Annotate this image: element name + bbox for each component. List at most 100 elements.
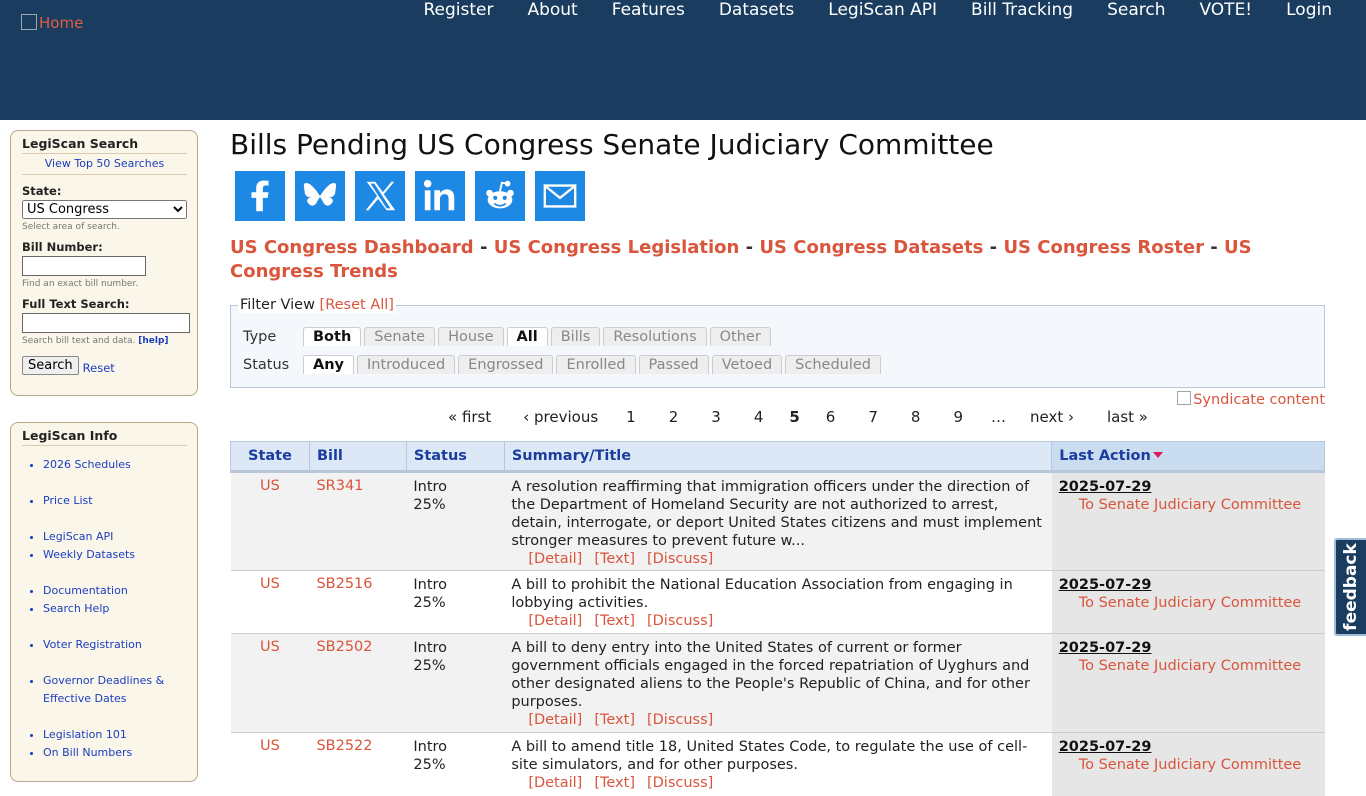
pager-page[interactable]: 9 xyxy=(953,408,963,426)
row-action-date[interactable]: 2025-07-29 xyxy=(1059,478,1325,496)
filter-type-senate[interactable]: Senate xyxy=(364,327,436,346)
state-hint: Select area of search. xyxy=(22,222,120,232)
feedback-tab[interactable]: feedback xyxy=(1334,538,1366,636)
filter-status-scheduled[interactable]: Scheduled xyxy=(785,355,882,374)
row-state[interactable]: US xyxy=(230,633,310,733)
info-link-bill-numbers[interactable]: On Bill Numbers xyxy=(43,746,132,759)
pager-page[interactable]: 4 xyxy=(754,408,764,426)
row-state[interactable]: US xyxy=(230,570,310,634)
reddit-icon[interactable] xyxy=(475,171,525,221)
discuss-link[interactable]: [Discuss] xyxy=(647,775,713,791)
detail-link[interactable]: [Detail] xyxy=(528,775,582,791)
row-action-date[interactable]: 2025-07-29 xyxy=(1059,639,1325,657)
pager-page[interactable]: 1 xyxy=(626,408,636,426)
nav-legiscan-api[interactable]: LegiScan API xyxy=(811,1,954,19)
text-link[interactable]: [Text] xyxy=(594,551,635,567)
text-link[interactable]: [Text] xyxy=(594,613,635,629)
bill-number-input[interactable] xyxy=(22,256,146,276)
col-last-action[interactable]: Last Action xyxy=(1051,441,1325,473)
row-action-date[interactable]: 2025-07-29 xyxy=(1059,576,1325,594)
filter-status-engrossed[interactable]: Engrossed xyxy=(458,355,554,374)
x-icon[interactable] xyxy=(355,171,405,221)
nav-register[interactable]: Register xyxy=(406,1,510,19)
nav-features[interactable]: Features xyxy=(595,1,702,19)
detail-link[interactable]: [Detail] xyxy=(528,551,582,567)
info-link-api[interactable]: LegiScan API xyxy=(43,530,113,543)
nav-datasets[interactable]: Datasets xyxy=(702,1,811,19)
row-bill[interactable]: SR341 xyxy=(309,471,407,571)
top-searches-link[interactable]: View Top 50 Searches xyxy=(22,157,187,175)
crumb-separator: - xyxy=(479,237,488,258)
pager-page[interactable]: 2 xyxy=(669,408,679,426)
link-datasets[interactable]: US Congress Datasets xyxy=(759,237,983,258)
detail-link[interactable]: [Detail] xyxy=(528,613,582,629)
nav-bill-tracking[interactable]: Bill Tracking xyxy=(954,1,1090,19)
filter-status-passed[interactable]: Passed xyxy=(638,355,709,374)
filter-type-both[interactable]: Both xyxy=(303,327,362,346)
home-logo-link[interactable]: Home xyxy=(21,14,83,32)
discuss-link[interactable]: [Discuss] xyxy=(647,712,713,728)
info-link-schedules[interactable]: 2026 Schedules xyxy=(43,458,131,471)
state-select[interactable]: US Congress xyxy=(22,200,187,219)
filter-status-any[interactable]: Any xyxy=(303,355,354,374)
email-icon[interactable] xyxy=(535,171,585,221)
info-link-legislation-101[interactable]: Legislation 101 xyxy=(43,728,127,741)
pager-first[interactable]: « first xyxy=(448,408,491,426)
discuss-link[interactable]: [Discuss] xyxy=(647,551,713,567)
col-bill[interactable]: Bill xyxy=(308,441,407,473)
info-link-search-help[interactable]: Search Help xyxy=(43,602,109,615)
col-status[interactable]: Status xyxy=(405,441,505,473)
filter-status-enrolled[interactable]: Enrolled xyxy=(556,355,636,374)
info-link-documentation[interactable]: Documentation xyxy=(43,584,128,597)
nav-login[interactable]: Login xyxy=(1269,1,1332,19)
syndicate-link[interactable]: Syndicate content xyxy=(1177,391,1325,408)
filter-status-introduced[interactable]: Introduced xyxy=(357,355,456,374)
facebook-icon[interactable] xyxy=(235,171,285,221)
pager-page[interactable]: 7 xyxy=(868,408,878,426)
row-bill[interactable]: SB2522 xyxy=(309,732,407,796)
nav-vote[interactable]: VOTE! xyxy=(1182,1,1269,19)
pager-last[interactable]: last » xyxy=(1107,408,1148,426)
fulltext-input[interactable] xyxy=(22,313,190,333)
info-link-voter-registration[interactable]: Voter Registration xyxy=(43,638,142,651)
pager-page[interactable]: 6 xyxy=(826,408,836,426)
filter-type-all[interactable]: All xyxy=(506,327,548,346)
filter-type-row: Type Both Senate House All Bills Resolut… xyxy=(243,327,774,346)
bluesky-icon[interactable] xyxy=(295,171,345,221)
info-link-governor-deadlines[interactable]: Governor Deadlines & Effective Dates xyxy=(43,674,164,705)
filter-type-bills[interactable]: Bills xyxy=(550,327,601,346)
row-state[interactable]: US xyxy=(230,471,310,571)
col-summary[interactable]: Summary/Title xyxy=(503,441,1053,473)
col-state[interactable]: State xyxy=(230,441,310,473)
pager-ellipsis: … xyxy=(990,408,1006,426)
info-link-datasets[interactable]: Weekly Datasets xyxy=(43,548,135,561)
nav-search[interactable]: Search xyxy=(1090,1,1182,19)
nav-about[interactable]: About xyxy=(510,1,594,19)
help-link[interactable]: [help] xyxy=(138,336,168,346)
discuss-link[interactable]: [Discuss] xyxy=(647,613,713,629)
detail-link[interactable]: [Detail] xyxy=(528,712,582,728)
text-link[interactable]: [Text] xyxy=(594,712,635,728)
link-roster[interactable]: US Congress Roster xyxy=(1003,237,1204,258)
row-bill[interactable]: SB2516 xyxy=(309,570,407,634)
link-legislation[interactable]: US Congress Legislation xyxy=(494,237,740,258)
row-state[interactable]: US xyxy=(230,732,310,796)
filter-reset-all[interactable]: [Reset All] xyxy=(320,297,394,313)
filter-type-house[interactable]: House xyxy=(438,327,504,346)
search-button[interactable]: Search xyxy=(22,356,79,375)
filter-type-other[interactable]: Other xyxy=(709,327,771,346)
row-bill[interactable]: SB2502 xyxy=(309,633,407,733)
pager-page[interactable]: 8 xyxy=(911,408,921,426)
pager-next[interactable]: next › xyxy=(1030,408,1074,426)
info-link-price-list[interactable]: Price List xyxy=(43,494,93,507)
fulltext-hint: Search bill text and data. xyxy=(22,336,136,346)
pager-previous[interactable]: ‹ previous xyxy=(523,408,598,426)
reset-link[interactable]: Reset xyxy=(83,361,115,375)
pager-page[interactable]: 3 xyxy=(711,408,721,426)
linkedin-icon[interactable] xyxy=(415,171,465,221)
text-link[interactable]: [Text] xyxy=(594,775,635,791)
row-action-date[interactable]: 2025-07-29 xyxy=(1059,738,1325,756)
link-dashboard[interactable]: US Congress Dashboard xyxy=(230,237,474,258)
filter-type-resolutions[interactable]: Resolutions xyxy=(603,327,707,346)
filter-status-vetoed[interactable]: Vetoed xyxy=(711,355,783,374)
